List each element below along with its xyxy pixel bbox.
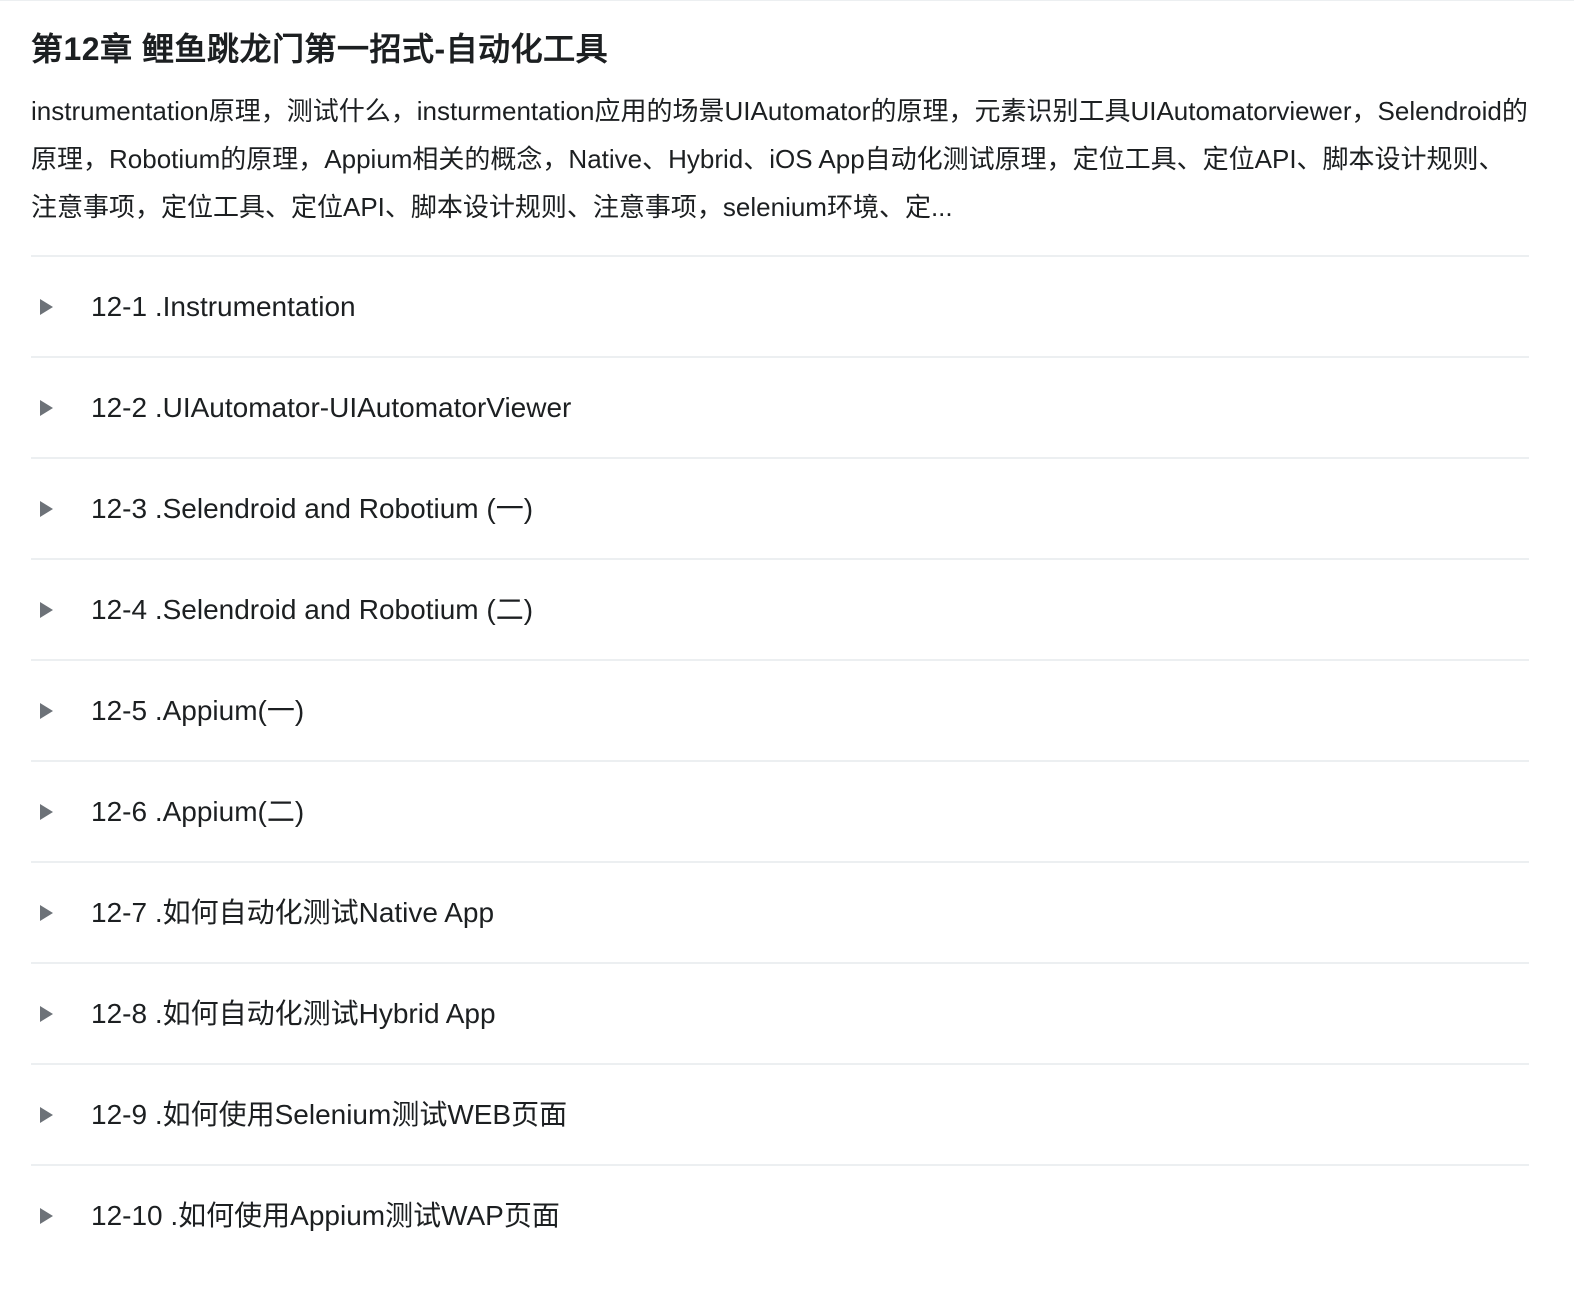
lesson-item[interactable]: 12-4 .Selendroid and Robotium (二) xyxy=(31,560,1529,661)
chapter-description: instrumentation原理，测试什么，insturmentation应用… xyxy=(31,87,1529,257)
lesson-title: 12-3 .Selendroid and Robotium (一) xyxy=(91,492,534,524)
play-caret-icon xyxy=(40,298,53,315)
play-caret-icon xyxy=(40,1005,53,1022)
lesson-item[interactable]: 12-1 .Instrumentation xyxy=(31,257,1529,358)
play-caret-icon xyxy=(40,500,53,517)
lesson-title: 12-5 .Appium(一) xyxy=(91,694,305,726)
play-caret-icon xyxy=(40,803,53,820)
lesson-item[interactable]: 12-5 .Appium(一) xyxy=(31,661,1529,762)
play-caret-icon xyxy=(40,399,53,416)
lesson-item[interactable]: 12-7 .如何自动化测试Native App xyxy=(31,863,1529,964)
lesson-title: 12-8 .如何自动化测试Hybrid App xyxy=(91,997,496,1029)
lesson-item[interactable]: 12-2 .UIAutomator-UIAutomatorViewer xyxy=(31,358,1529,459)
lesson-title: 12-2 .UIAutomator-UIAutomatorViewer xyxy=(91,391,572,423)
lesson-item[interactable]: 12-3 .Selendroid and Robotium (一) xyxy=(31,459,1529,560)
play-caret-icon xyxy=(40,1106,53,1123)
lesson-title: 12-6 .Appium(二) xyxy=(91,795,305,827)
lesson-list: 12-1 .Instrumentation 12-2 .UIAutomator-… xyxy=(31,257,1529,1265)
play-caret-icon xyxy=(40,1207,53,1224)
lesson-item[interactable]: 12-10 .如何使用Appium测试WAP页面 xyxy=(31,1166,1529,1265)
lesson-title: 12-4 .Selendroid and Robotium (二) xyxy=(91,593,534,625)
chapter-title: 第12章 鲤鱼跳龙门第一招式-自动化工具 xyxy=(31,31,609,67)
play-caret-icon xyxy=(40,904,53,921)
lesson-item[interactable]: 12-6 .Appium(二) xyxy=(31,762,1529,863)
lesson-item[interactable]: 12-9 .如何使用Selenium测试WEB页面 xyxy=(31,1065,1529,1166)
lesson-item[interactable]: 12-8 .如何自动化测试Hybrid App xyxy=(31,964,1529,1065)
play-caret-icon xyxy=(40,702,53,719)
lesson-title: 12-9 .如何使用Selenium测试WEB页面 xyxy=(91,1098,568,1130)
lesson-title: 12-1 .Instrumentation xyxy=(91,290,356,322)
chapter-section: 第12章 鲤鱼跳龙门第一招式-自动化工具 instrumentation原理，测… xyxy=(0,1,1574,1265)
play-caret-icon xyxy=(40,601,53,618)
lesson-title: 12-10 .如何使用Appium测试WAP页面 xyxy=(91,1199,560,1231)
lesson-title: 12-7 .如何自动化测试Native App xyxy=(91,896,495,928)
